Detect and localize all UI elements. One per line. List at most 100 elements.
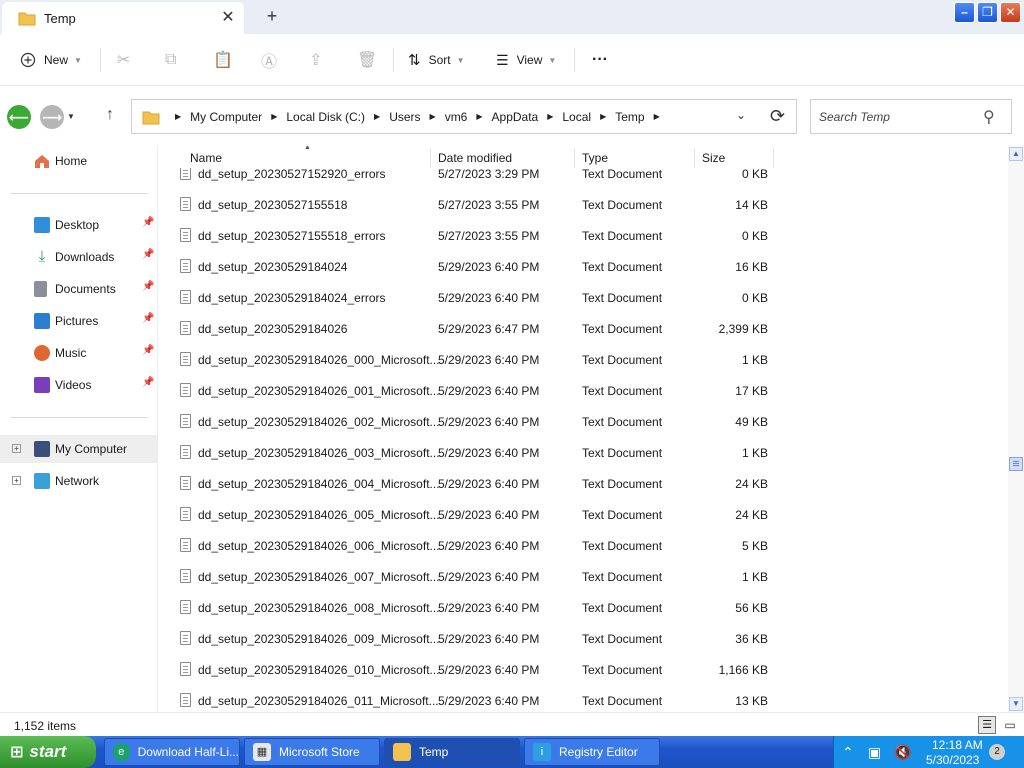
table-row[interactable]: dd_setup_20230529184026_010_Microsoft...… xyxy=(158,654,1008,685)
sidebar-item-music[interactable]: Music 📌 xyxy=(0,339,158,367)
table-row[interactable]: dd_setup_20230529184026_005_Microsoft...… xyxy=(158,499,1008,530)
search-box[interactable]: Search Temp ⚲ xyxy=(810,99,1012,134)
start-button[interactable]: ⊞ start xyxy=(0,736,96,768)
clock-date[interactable]: 5/30/2023 xyxy=(926,753,979,767)
pin-icon[interactable]: 📌 xyxy=(142,377,154,388)
sidebar-item-my-computer[interactable]: + My Computer xyxy=(0,435,158,463)
view-button[interactable]: ☰ View ▼ xyxy=(496,48,556,72)
tiles-view-button[interactable]: ▭ xyxy=(1001,716,1019,734)
search-input[interactable]: Search Temp xyxy=(819,110,890,124)
column-name[interactable]: Name xyxy=(190,151,222,165)
tab-close-button[interactable]: ✕ xyxy=(218,8,238,28)
scroll-thumb[interactable] xyxy=(1009,457,1023,471)
breadcrumb-users[interactable]: Users xyxy=(389,110,420,124)
scroll-up-button[interactable]: ▲ xyxy=(1009,147,1023,161)
search-icon[interactable]: ⚲ xyxy=(983,107,995,127)
new-button[interactable]: New ▼ xyxy=(20,48,82,72)
cut-icon[interactable]: ✂ xyxy=(117,48,130,72)
breadcrumb-temp[interactable]: Temp xyxy=(615,110,644,124)
breadcrumb-appdata[interactable]: AppData xyxy=(492,110,539,124)
scroll-down-button[interactable]: ▼ xyxy=(1009,697,1023,711)
rename-icon[interactable]: Ⓐ xyxy=(261,48,277,72)
pin-icon[interactable]: 📌 xyxy=(142,281,154,292)
taskbar-item-registry[interactable]: i Registry Editor xyxy=(524,738,660,766)
taskbar-item-store[interactable]: ▦ Microsoft Store xyxy=(244,738,380,766)
back-button[interactable]: ⟵ xyxy=(7,105,31,129)
table-row[interactable]: dd_setup_20230527155518 5/27/2023 3:55 PM… xyxy=(158,189,1008,220)
new-tab-button[interactable]: + xyxy=(262,6,282,26)
sidebar-item-network[interactable]: + Network xyxy=(0,467,158,495)
clock-time[interactable]: 12:18 AM xyxy=(932,738,983,752)
breadcrumb-vm6[interactable]: vm6 xyxy=(445,110,468,124)
table-row[interactable]: dd_setup_20230529184026_002_Microsoft...… xyxy=(158,406,1008,437)
recent-locations-dropdown[interactable]: ▼ xyxy=(67,112,75,121)
chevron-right-icon[interactable]: ▶ xyxy=(430,112,436,121)
table-row[interactable]: dd_setup_20230529184026_011_Microsoft...… xyxy=(158,685,1008,712)
taskbar-item-temp[interactable]: Temp xyxy=(384,738,520,766)
column-divider[interactable] xyxy=(694,148,695,168)
share-icon[interactable]: ⇪ xyxy=(309,48,322,72)
table-row[interactable]: dd_setup_20230529184026_006_Microsoft...… xyxy=(158,530,1008,561)
breadcrumb-local-disk[interactable]: Local Disk (C:) xyxy=(286,110,365,124)
paste-icon[interactable]: 📋 xyxy=(213,48,233,72)
column-size[interactable]: Size xyxy=(702,151,725,165)
taskbar-item-browser[interactable]: e Download Half-Li... xyxy=(104,738,240,766)
sort-button[interactable]: ⇅ Sort ▼ xyxy=(408,48,465,72)
table-row[interactable]: dd_setup_20230529184026_000_Microsoft...… xyxy=(158,344,1008,375)
sidebar-item-documents[interactable]: Documents 📌 xyxy=(0,275,158,303)
column-divider[interactable] xyxy=(773,148,774,168)
chevron-right-icon[interactable]: ▶ xyxy=(271,112,277,121)
sidebar-item-label: Desktop xyxy=(55,218,100,232)
pin-icon[interactable]: 📌 xyxy=(142,313,154,324)
table-row[interactable]: dd_setup_20230529184026_008_Microsoft...… xyxy=(158,592,1008,623)
address-history-dropdown[interactable]: ⌄ xyxy=(736,108,746,122)
up-button[interactable]: ↑ xyxy=(100,106,120,128)
pin-icon[interactable]: 📌 xyxy=(142,345,154,356)
vertical-scrollbar[interactable]: ▲ ▼ xyxy=(1008,146,1024,712)
tab-temp[interactable]: Temp ✕ xyxy=(2,2,244,34)
expand-icon[interactable]: + xyxy=(12,476,21,485)
table-row[interactable]: dd_setup_20230529184026_004_Microsoft...… xyxy=(158,468,1008,499)
breadcrumb-my-computer[interactable]: My Computer xyxy=(190,110,262,124)
chevron-up-icon[interactable]: ⌃ xyxy=(842,744,854,761)
close-window-button[interactable]: ✕ xyxy=(1000,2,1021,23)
forward-button[interactable]: ⟶ xyxy=(40,105,64,129)
column-divider[interactable] xyxy=(574,148,575,168)
chevron-right-icon[interactable]: ▶ xyxy=(547,112,553,121)
address-bar[interactable]: ▶ My Computer ▶ Local Disk (C:) ▶ Users … xyxy=(131,99,797,134)
column-type[interactable]: Type xyxy=(582,151,608,165)
maximize-button[interactable]: ❐ xyxy=(977,2,998,23)
chevron-right-icon[interactable]: ▶ xyxy=(654,112,660,121)
table-row[interactable]: dd_setup_20230527155518_errors 5/27/2023 … xyxy=(158,220,1008,251)
refresh-icon[interactable]: ⟳ xyxy=(770,106,785,127)
sidebar-item-downloads[interactable]: ⤓ Downloads 📌 xyxy=(0,243,158,271)
sidebar-item-home[interactable]: Home xyxy=(0,147,158,175)
notification-badge[interactable]: 2 xyxy=(989,744,1005,760)
pin-icon[interactable]: 📌 xyxy=(142,217,154,228)
details-view-button[interactable]: ☰ xyxy=(978,716,996,734)
sidebar-item-desktop[interactable]: Desktop 📌 xyxy=(0,211,158,239)
column-date-modified[interactable]: Date modified xyxy=(438,151,512,165)
chevron-right-icon[interactable]: ▶ xyxy=(600,112,606,121)
table-row[interactable]: dd_setup_20230529184026_009_Microsoft...… xyxy=(158,623,1008,654)
table-row[interactable]: dd_setup_20230529184026_003_Microsoft...… xyxy=(158,437,1008,468)
sidebar-item-videos[interactable]: Videos 📌 xyxy=(0,371,158,399)
sidebar-item-pictures[interactable]: Pictures 📌 xyxy=(0,307,158,335)
breadcrumb-local[interactable]: Local xyxy=(562,110,591,124)
table-row[interactable]: dd_setup_20230529184026 5/29/2023 6:47 PM… xyxy=(158,313,1008,344)
table-row[interactable]: dd_setup_20230529184024_errors 5/29/2023 … xyxy=(158,282,1008,313)
delete-icon[interactable]: 🗑 xyxy=(357,48,377,72)
chevron-right-icon[interactable]: ▶ xyxy=(476,112,482,121)
table-row[interactable]: dd_setup_20230529184024 5/29/2023 6:40 PM… xyxy=(158,251,1008,282)
expand-icon[interactable]: + xyxy=(12,444,21,453)
volume-muted-icon[interactable]: 🔇 xyxy=(894,744,911,761)
more-options-button[interactable]: ··· xyxy=(592,48,608,72)
network-icon[interactable]: ▣ xyxy=(868,744,881,761)
minimize-button[interactable]: – xyxy=(954,2,975,23)
table-row[interactable]: dd_setup_20230529184026_001_Microsoft...… xyxy=(158,375,1008,406)
pin-icon[interactable]: 📌 xyxy=(142,249,154,260)
table-row[interactable]: dd_setup_20230529184026_007_Microsoft...… xyxy=(158,561,1008,592)
column-divider[interactable] xyxy=(430,148,431,168)
chevron-right-icon[interactable]: ▶ xyxy=(374,112,380,121)
copy-icon[interactable]: ⧉ xyxy=(165,48,176,72)
